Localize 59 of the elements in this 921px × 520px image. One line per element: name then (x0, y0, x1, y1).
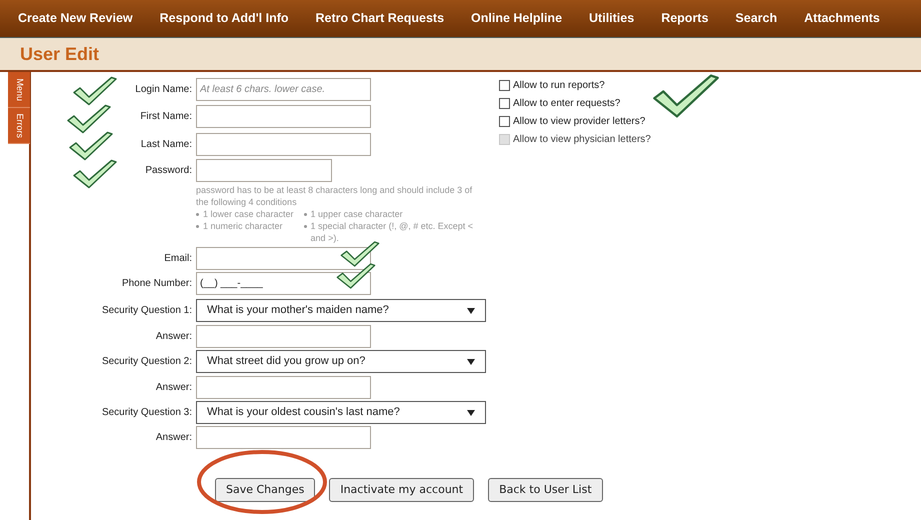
field-label: Answer: (154, 431, 192, 445)
password-rule: 1 lower case character (203, 208, 294, 220)
field-label: Password: (144, 164, 192, 178)
field-label: Last Name: (140, 138, 192, 152)
nav-link[interactable]: Respond to Add'l Info (160, 9, 289, 28)
input-field[interactable] (196, 325, 371, 348)
nav-link[interactable]: Search (735, 9, 778, 28)
field-label: First Name: (139, 110, 192, 124)
input-field[interactable]: (__) ___-____ (196, 272, 371, 295)
checkmark-icon (72, 159, 118, 189)
nav-link[interactable]: Create New Review (18, 9, 133, 28)
input-field[interactable] (196, 133, 371, 156)
bullet-icon (304, 225, 307, 228)
action-button[interactable]: Save Changes (215, 478, 316, 502)
password-rule: 1 special character (!, @, # etc. Except < and >). (310, 220, 474, 244)
field-label: Email: (163, 252, 192, 266)
checkmark-icon (336, 262, 376, 290)
field-label: Answer: (154, 381, 192, 395)
field-label: Security Question 1: (100, 304, 192, 318)
select-field[interactable]: What is your oldest cousin's last name? (196, 401, 486, 424)
input-field[interactable] (196, 247, 371, 270)
nav-link[interactable]: Utilities (589, 9, 634, 28)
side-tab[interactable]: Errors (8, 108, 30, 144)
field-label: Login Name: (134, 83, 192, 97)
field-label: Phone Number: (120, 277, 192, 291)
input-field[interactable] (196, 105, 371, 128)
field-label: Answer: (154, 330, 192, 344)
nav-link[interactable]: Reports (661, 9, 708, 28)
nav-link[interactable]: Retro Chart Requests (316, 9, 444, 28)
checkmark-icon (68, 131, 114, 161)
checkbox-label: Allow to run reports? (513, 78, 605, 92)
action-button[interactable]: Back to User List (488, 478, 603, 502)
checkbox[interactable] (499, 116, 510, 126)
action-button[interactable]: Inactivate my account (329, 478, 474, 502)
bullet-icon (196, 225, 199, 228)
input-field[interactable] (196, 426, 371, 449)
select-field[interactable]: What street did you grow up on? (196, 350, 486, 373)
password-rule: 1 upper case character (310, 208, 403, 220)
checkmark-icon (340, 240, 380, 268)
password-rule: 1 numeric character (203, 220, 283, 232)
checkmark-icon (72, 76, 118, 106)
checkbox-label: Allow to view physician letters? (513, 132, 651, 146)
checkmark-icon (66, 104, 112, 134)
input-field[interactable] (196, 376, 371, 399)
checkbox-label: Allow to view provider letters? (513, 114, 646, 128)
checkbox[interactable] (499, 98, 510, 108)
password-field[interactable] (196, 159, 332, 182)
nav-link[interactable]: Attachments (804, 9, 880, 28)
checkbox[interactable] (499, 80, 510, 90)
select-field[interactable]: What is your mother's maiden name? (196, 299, 486, 322)
checkbox-label: Allow to enter requests? (513, 96, 620, 110)
field-label: Security Question 3: (100, 406, 192, 420)
bullet-icon (196, 213, 199, 216)
bullet-icon (304, 213, 307, 216)
nav-link[interactable]: Online Helpline (471, 9, 562, 28)
field-label: Security Question 2: (100, 355, 192, 369)
page-title: User Edit (20, 42, 100, 66)
side-tab[interactable]: Menu (8, 72, 30, 108)
password-hint: password has to be at least 8 characters long and should include 3 of the following 4 conditions (196, 184, 474, 208)
